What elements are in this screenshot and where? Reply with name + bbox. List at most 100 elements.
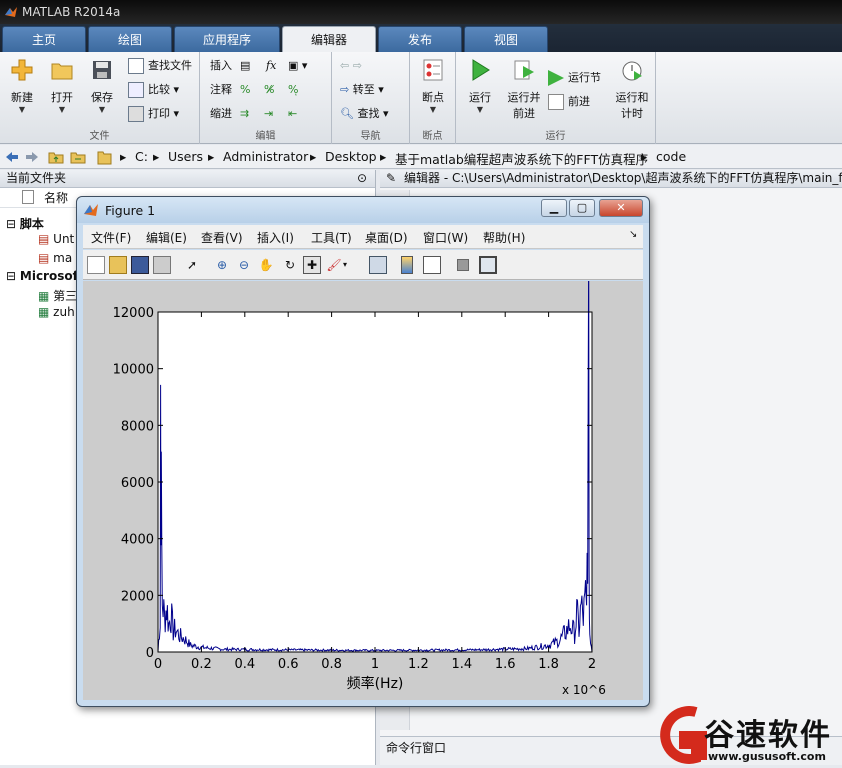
tab-publish[interactable]: 发布: [378, 26, 462, 52]
print-button[interactable]: 打印 ▾: [128, 104, 179, 124]
save-button[interactable]: 保存 ▼: [82, 58, 122, 115]
run-section-button[interactable]: 运行节: [548, 68, 601, 88]
save-label: 保存: [91, 91, 113, 104]
dock-arrow-icon[interactable]: ↘: [629, 229, 637, 240]
zoom-out-icon[interactable]: ⊖: [235, 256, 253, 274]
forward-arrow-icon[interactable]: [24, 149, 40, 165]
menu-edit[interactable]: 编辑(E): [146, 229, 187, 246]
menu-desktop[interactable]: 桌面(D): [365, 229, 408, 246]
figure-titlebar[interactable]: Figure 1 ▁ ▢ ✕: [77, 197, 649, 223]
show-tools-icon[interactable]: [479, 256, 497, 274]
menu-window[interactable]: 窗口(W): [423, 229, 468, 246]
tree-group-excel[interactable]: ⊟ Microsoft: [6, 269, 84, 283]
minimize-button[interactable]: ▁: [541, 199, 567, 217]
up-folder-icon[interactable]: [48, 149, 64, 165]
x-tick-label: 0.6: [278, 657, 299, 672]
indent-button[interactable]: 缩进: [210, 104, 232, 124]
list-item[interactable]: ▦ zuh: [38, 305, 75, 319]
menu-insert[interactable]: 插入(I): [257, 229, 294, 246]
find-files-button[interactable]: 查找文件: [128, 56, 192, 76]
crumb-desktop[interactable]: Desktop: [325, 149, 377, 164]
legend-icon[interactable]: [423, 256, 441, 274]
crumb-drive[interactable]: C:: [135, 149, 148, 164]
insert-section-icon[interactable]: ▤: [240, 56, 250, 76]
crumb-administrator[interactable]: Administrator: [223, 149, 308, 164]
tab-apps[interactable]: 应用程序: [174, 26, 280, 52]
decrease-indent-icon[interactable]: ⇤: [288, 104, 297, 124]
maximize-button[interactable]: ▢: [569, 199, 595, 217]
stopwatch-icon: [622, 61, 642, 81]
insert-function-icon[interactable]: ▣ ▾: [288, 56, 307, 76]
open-button[interactable]: 打开 ▼: [42, 58, 82, 115]
colorbar-icon[interactable]: [401, 256, 413, 274]
smart-indent-icon[interactable]: ⇉: [240, 104, 249, 124]
figure-window: Figure 1 ▁ ▢ ✕ 文件(F) 编辑(E) 查看(V) 插入(I) 工…: [76, 196, 650, 707]
insert-button[interactable]: 插入: [210, 56, 232, 76]
find-label: 查找: [357, 107, 380, 120]
advance-button[interactable]: 前进: [548, 92, 590, 112]
group-scripts-label: 脚本: [19, 217, 44, 231]
print-figure-icon[interactable]: [153, 256, 171, 274]
ribbon-tabs: 主页 绘图 应用程序 编辑器 发布 视图: [0, 24, 842, 52]
breakpoints-button[interactable]: 断点 ▼: [413, 58, 453, 115]
tab-editor[interactable]: 编辑器: [282, 26, 376, 52]
crumb-project[interactable]: 基于matlab编程超声波系统下的FFT仿真程序: [395, 149, 648, 168]
x-tick-label: 1.2: [408, 657, 429, 672]
rotate-3d-icon[interactable]: ↻: [281, 256, 299, 274]
menu-file[interactable]: 文件(F): [91, 229, 131, 246]
browse-folder-icon[interactable]: [70, 149, 86, 165]
wrap-comment-icon[interactable]: %ͅ: [288, 80, 298, 100]
brush-icon[interactable]: 🖌︎: [325, 256, 343, 274]
percent-icon[interactable]: %: [240, 80, 250, 100]
pan-hand-icon[interactable]: ✋: [257, 256, 275, 274]
open-file-icon[interactable]: [109, 256, 127, 274]
y-tick-label: 6000: [121, 476, 154, 491]
zoom-in-icon[interactable]: ⊕: [213, 256, 231, 274]
pointer-icon[interactable]: ➚: [183, 256, 201, 274]
list-item[interactable]: ▤ ma: [38, 251, 72, 265]
command-window-title: 命令行窗口: [386, 741, 447, 755]
tab-plots[interactable]: 绘图: [88, 26, 172, 52]
list-item[interactable]: ▤ Unt: [38, 232, 74, 246]
x-tick-label: 1.8: [538, 657, 559, 672]
breakpoints-icon: [423, 59, 443, 81]
panel-menu-icon[interactable]: ⊙: [357, 170, 367, 187]
compare-button[interactable]: 比较 ▾: [128, 80, 179, 100]
comment-button[interactable]: 注释: [210, 80, 232, 100]
spectrum-plot: 0 0.2 0.4 0.6 0.8 1 1.2 1.4 1.6 1.8 2 0 2000 4000 6000…: [113, 281, 606, 697]
increase-indent-icon[interactable]: ⇥: [264, 104, 273, 124]
figure-menubar: 文件(F) 编辑(E) 查看(V) 插入(I) 工具(T) 桌面(D) 窗口(W…: [83, 225, 643, 249]
chevron-down-icon: ▼: [429, 105, 437, 114]
goto-button[interactable]: ⇨ 转至 ▾: [340, 80, 384, 100]
menu-view[interactable]: 查看(V): [201, 229, 243, 246]
back-nav-icon[interactable]: ⇦ ⇨: [340, 56, 362, 76]
new-button[interactable]: 新建 ▼: [2, 58, 42, 115]
list-item[interactable]: ▦ 第三: [38, 287, 77, 304]
close-button[interactable]: ✕: [599, 199, 643, 217]
x-tick-label: 0: [154, 657, 162, 672]
crumb-code[interactable]: code: [656, 149, 686, 164]
chevron-down-icon[interactable]: ▾: [343, 256, 361, 274]
tab-home[interactable]: 主页: [2, 26, 86, 52]
back-arrow-icon[interactable]: [4, 149, 20, 165]
hide-tools-icon[interactable]: [457, 259, 469, 271]
run-and-advance-button[interactable]: 运行并 前进: [502, 58, 546, 121]
new-figure-icon[interactable]: [87, 256, 105, 274]
y-tick-label: 10000: [113, 363, 154, 378]
fx-icon[interactable]: fx: [266, 56, 276, 76]
find-button[interactable]: 🔍︎ 查找 ▾: [340, 104, 389, 124]
file-name: zuh: [53, 305, 75, 319]
run-button[interactable]: 运行 ▼: [460, 58, 500, 115]
save-figure-icon[interactable]: [131, 256, 149, 274]
tree-group-scripts[interactable]: ⊟ 脚本: [6, 215, 44, 232]
uncomment-icon[interactable]: %̸: [264, 80, 274, 100]
menu-tools[interactable]: 工具(T): [311, 229, 352, 246]
crumb-users[interactable]: Users: [168, 149, 203, 164]
printer-icon: [128, 106, 144, 122]
link-plot-icon[interactable]: [369, 256, 387, 274]
x-axis-label: 频率(Hz): [347, 675, 404, 692]
tab-view[interactable]: 视图: [464, 26, 548, 52]
data-cursor-icon[interactable]: ✚: [303, 256, 321, 274]
run-and-time-button[interactable]: 运行和 计时: [610, 58, 654, 121]
menu-help[interactable]: 帮助(H): [483, 229, 525, 246]
